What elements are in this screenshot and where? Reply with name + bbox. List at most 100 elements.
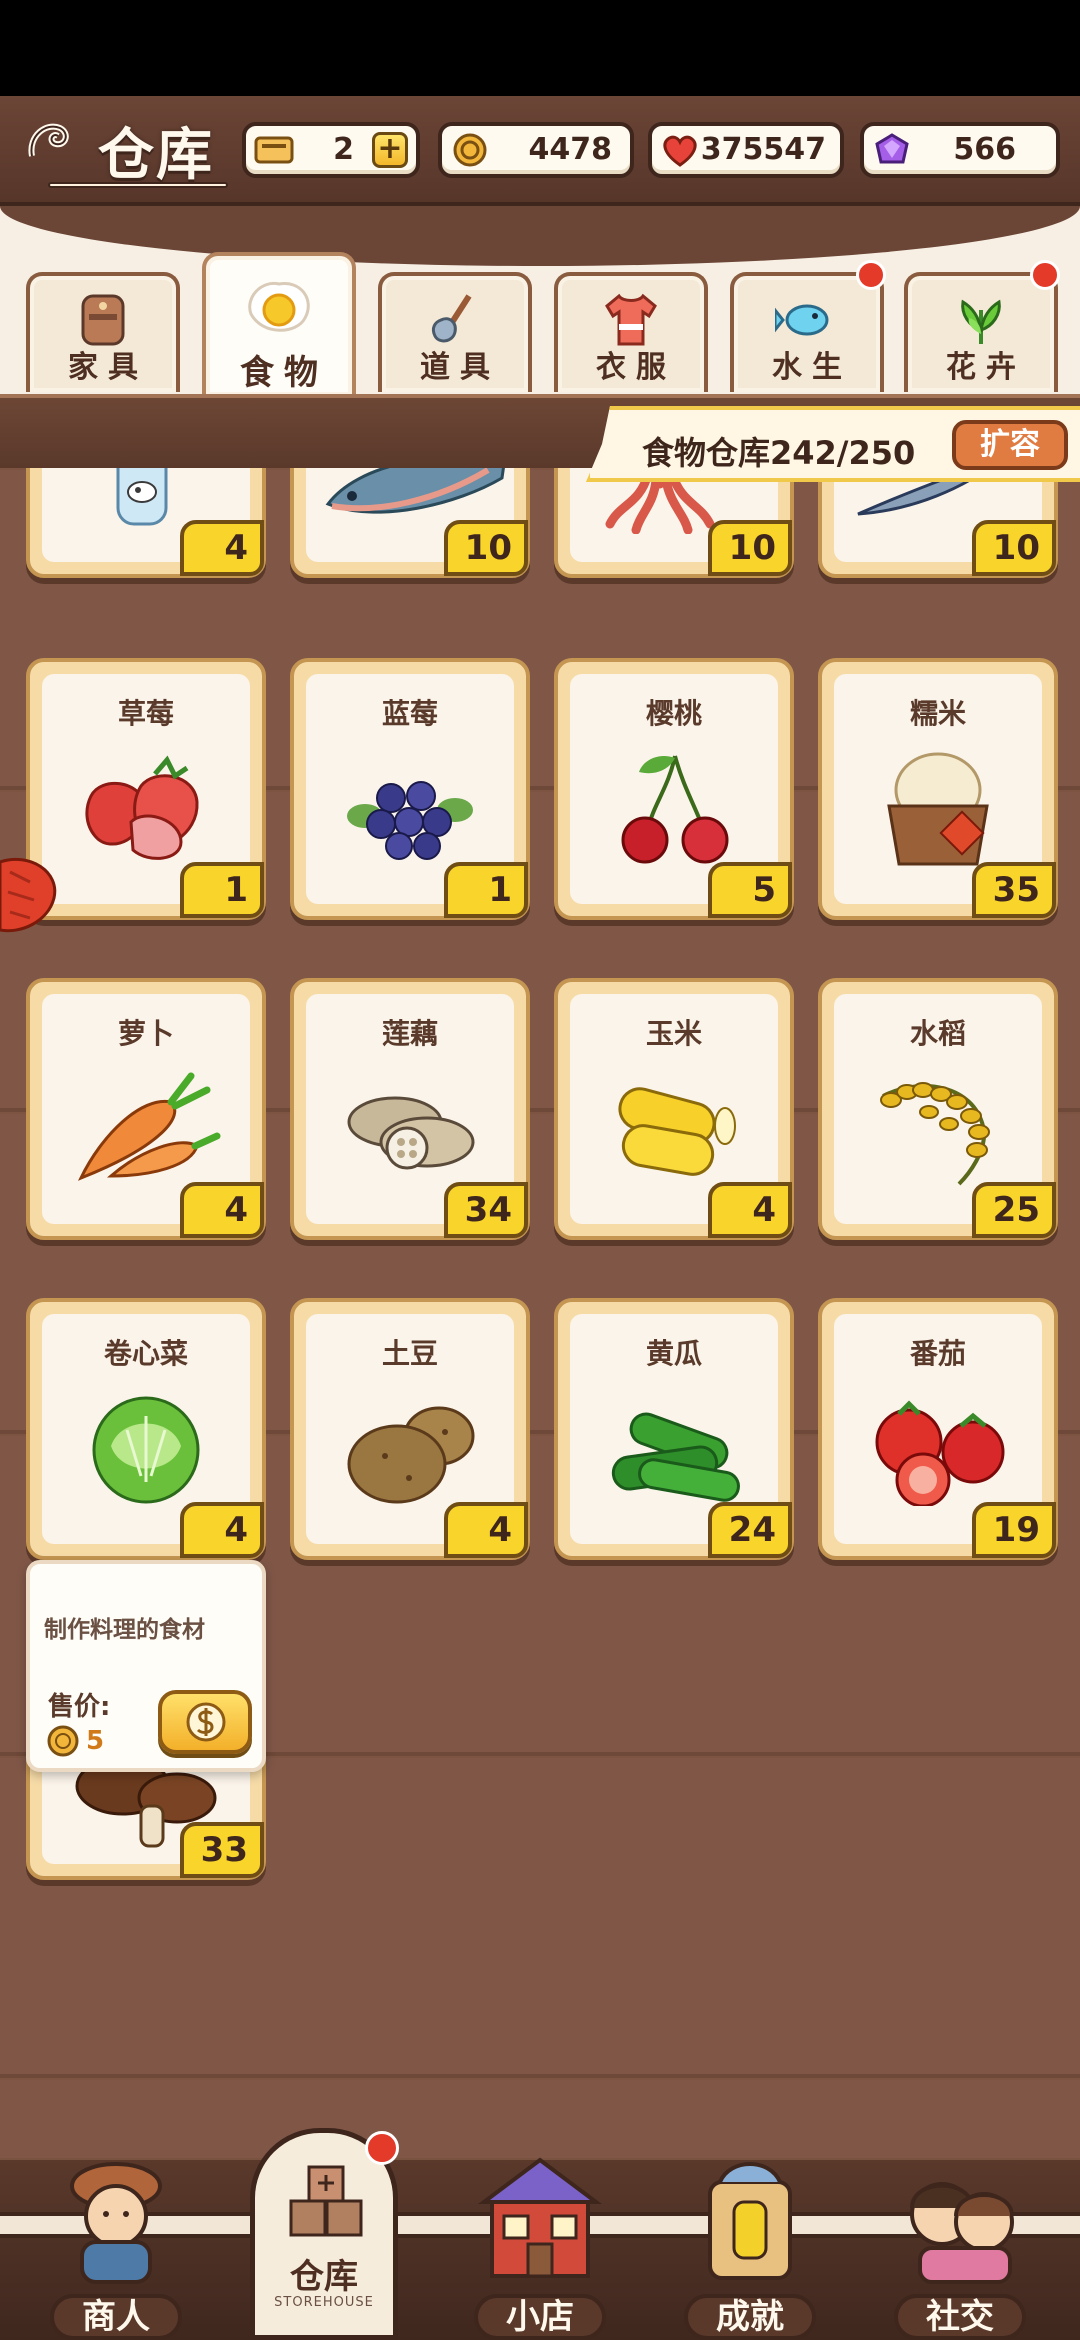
tab-label: 食物 (240, 353, 328, 393)
swirl-logo-icon (28, 123, 69, 157)
storage-grid: 4 10 10 10 草莓 1 蓝莓 1 樱桃 5 糯米 35 萝卜 4 莲藕 … (0, 438, 1080, 2158)
carrot-icon (77, 1072, 221, 1181)
item-name: 番茄 (909, 1337, 966, 1370)
egg-icon (248, 281, 310, 332)
gem-value: 566 (953, 132, 1016, 167)
tooltip-description: 制作料理的食材 (44, 1617, 205, 1643)
nav-storehouse[interactable]: 仓库 STOREHOUSE (250, 2128, 399, 2340)
nav-social[interactable]: 社交 (870, 2148, 1050, 2340)
item-name: 樱桃 (645, 697, 702, 730)
item-count: 10 (708, 520, 792, 576)
item-card-cabbage[interactable]: 卷心菜 4 (26, 1298, 266, 1560)
item-card-paddy-rice[interactable]: 水稻 25 (818, 978, 1058, 1240)
item-count: 1 (444, 862, 528, 918)
tab-flowers[interactable]: 花卉 (904, 260, 1060, 392)
ticket-counter: 2 + (242, 122, 420, 178)
item-card-lotus-root[interactable]: 莲藕 34 (290, 978, 530, 1240)
add-ticket-button[interactable]: + (372, 132, 408, 168)
item-count: 19 (972, 1502, 1056, 1558)
item-card-cherry[interactable]: 樱桃 5 (554, 658, 794, 920)
nav-label: 小店 (474, 2294, 606, 2340)
item-card-potato[interactable]: 土豆 4 (290, 1298, 530, 1560)
item-count: 4 (180, 1502, 264, 1558)
sell-price: 5 (86, 1726, 105, 1756)
tab-aquatic[interactable]: 水生 (730, 260, 886, 392)
tab-furniture[interactable]: 家具 (26, 272, 180, 392)
item-card-glutinous-rice[interactable]: 糯米 35 (818, 658, 1058, 920)
expand-button[interactable]: 扩容 (952, 420, 1068, 470)
item-name: 萝卜 (117, 1017, 174, 1050)
tab-food[interactable]: 食物 (202, 252, 356, 396)
blueberry-icon (347, 781, 473, 860)
nav-shop[interactable]: 小店 (450, 2148, 630, 2340)
item-count: 10 (444, 520, 528, 576)
item-count: 4 (180, 520, 264, 576)
heart-counter: 375547 (648, 122, 844, 178)
merchant-icon (70, 2162, 162, 2284)
cherry-icon (621, 755, 729, 864)
item-name: 糯米 (909, 697, 966, 730)
item-name: 卷心菜 (103, 1337, 188, 1370)
page-title-wrap: 仓库 (26, 106, 236, 196)
item-count: 34 (444, 1182, 528, 1238)
ticket-value: 2 (333, 132, 354, 167)
corn-icon (618, 1087, 736, 1176)
ticket-icon (254, 136, 294, 164)
cucumber-icon (611, 1412, 740, 1502)
notification-dot (856, 260, 886, 290)
item-tooltip: 制作料理的食材 售价: 5 (26, 1560, 266, 1772)
item-name: 玉米 (645, 1017, 702, 1050)
item-name: 莲藕 (381, 1017, 438, 1050)
item-card-corn[interactable]: 玉米 4 (554, 978, 794, 1240)
nav-merchant[interactable]: 商人 (26, 2148, 206, 2340)
item-count: 4 (180, 1182, 264, 1238)
tab-tools[interactable]: 道具 (378, 272, 532, 392)
item-count: 4 (708, 1182, 792, 1238)
tab-label: 衣服 (596, 350, 676, 385)
gem-icon (875, 133, 909, 164)
item-card-blueberry[interactable]: 蓝莓 1 (290, 658, 530, 920)
nav-sublabel: STOREHOUSE (274, 2295, 374, 2310)
dollar-icon (186, 1702, 226, 1742)
coin-icon (47, 1725, 79, 1757)
nav-label: 仓库 (290, 2257, 358, 2297)
title-underline (48, 182, 228, 188)
price-label: 售价: (48, 1692, 111, 1722)
cabbage-icon (92, 1396, 200, 1504)
item-count: 5 (708, 862, 792, 918)
item-count: 1 (180, 862, 264, 918)
item-count: 10 (972, 520, 1056, 576)
tab-clothes[interactable]: 衣服 (554, 272, 708, 392)
shovel-icon (431, 294, 472, 343)
nav-label: 商人 (50, 2294, 182, 2340)
item-name: 水稻 (909, 1017, 966, 1050)
item-name: 蓝莓 (381, 697, 438, 730)
item-card-strawberry[interactable]: 草莓 1 (26, 658, 266, 920)
item-card-cucumber[interactable]: 黄瓜 24 (554, 1298, 794, 1560)
capacity-banner: 食物仓库242/250 扩容 (586, 406, 1080, 482)
notification-dot (365, 2131, 399, 2165)
item-count: 24 (708, 1502, 792, 1558)
tomato-icon (875, 1400, 1005, 1506)
item-count: 35 (972, 862, 1056, 918)
capacity-text: 食物仓库242/250 (642, 434, 916, 472)
gem-counter: 566 (860, 122, 1060, 178)
header: 仓库 2 + 4478 375547 566 (0, 96, 1080, 206)
tab-label: 道具 (420, 350, 500, 385)
nav-achievement[interactable]: 成就 (660, 2148, 840, 2340)
fish-icon (775, 304, 829, 336)
rice-plant-icon (880, 1082, 990, 1186)
item-count: 4 (444, 1502, 528, 1558)
item-name: 草莓 (117, 697, 174, 730)
item-card-carrot[interactable]: 萝卜 4 (26, 978, 266, 1240)
social-icon (910, 2182, 1014, 2284)
item-count: 25 (972, 1182, 1056, 1238)
item-card-tomato[interactable]: 番茄 19 (818, 1298, 1058, 1560)
sell-button[interactable] (158, 1690, 252, 1754)
heart-icon (663, 135, 697, 167)
strawberry-icon (85, 755, 199, 860)
nav-label: 社交 (894, 2294, 1026, 2340)
tab-label: 花卉 (946, 350, 1026, 385)
nav-label: 成就 (684, 2294, 816, 2340)
lotus-root-icon (347, 1096, 475, 1170)
